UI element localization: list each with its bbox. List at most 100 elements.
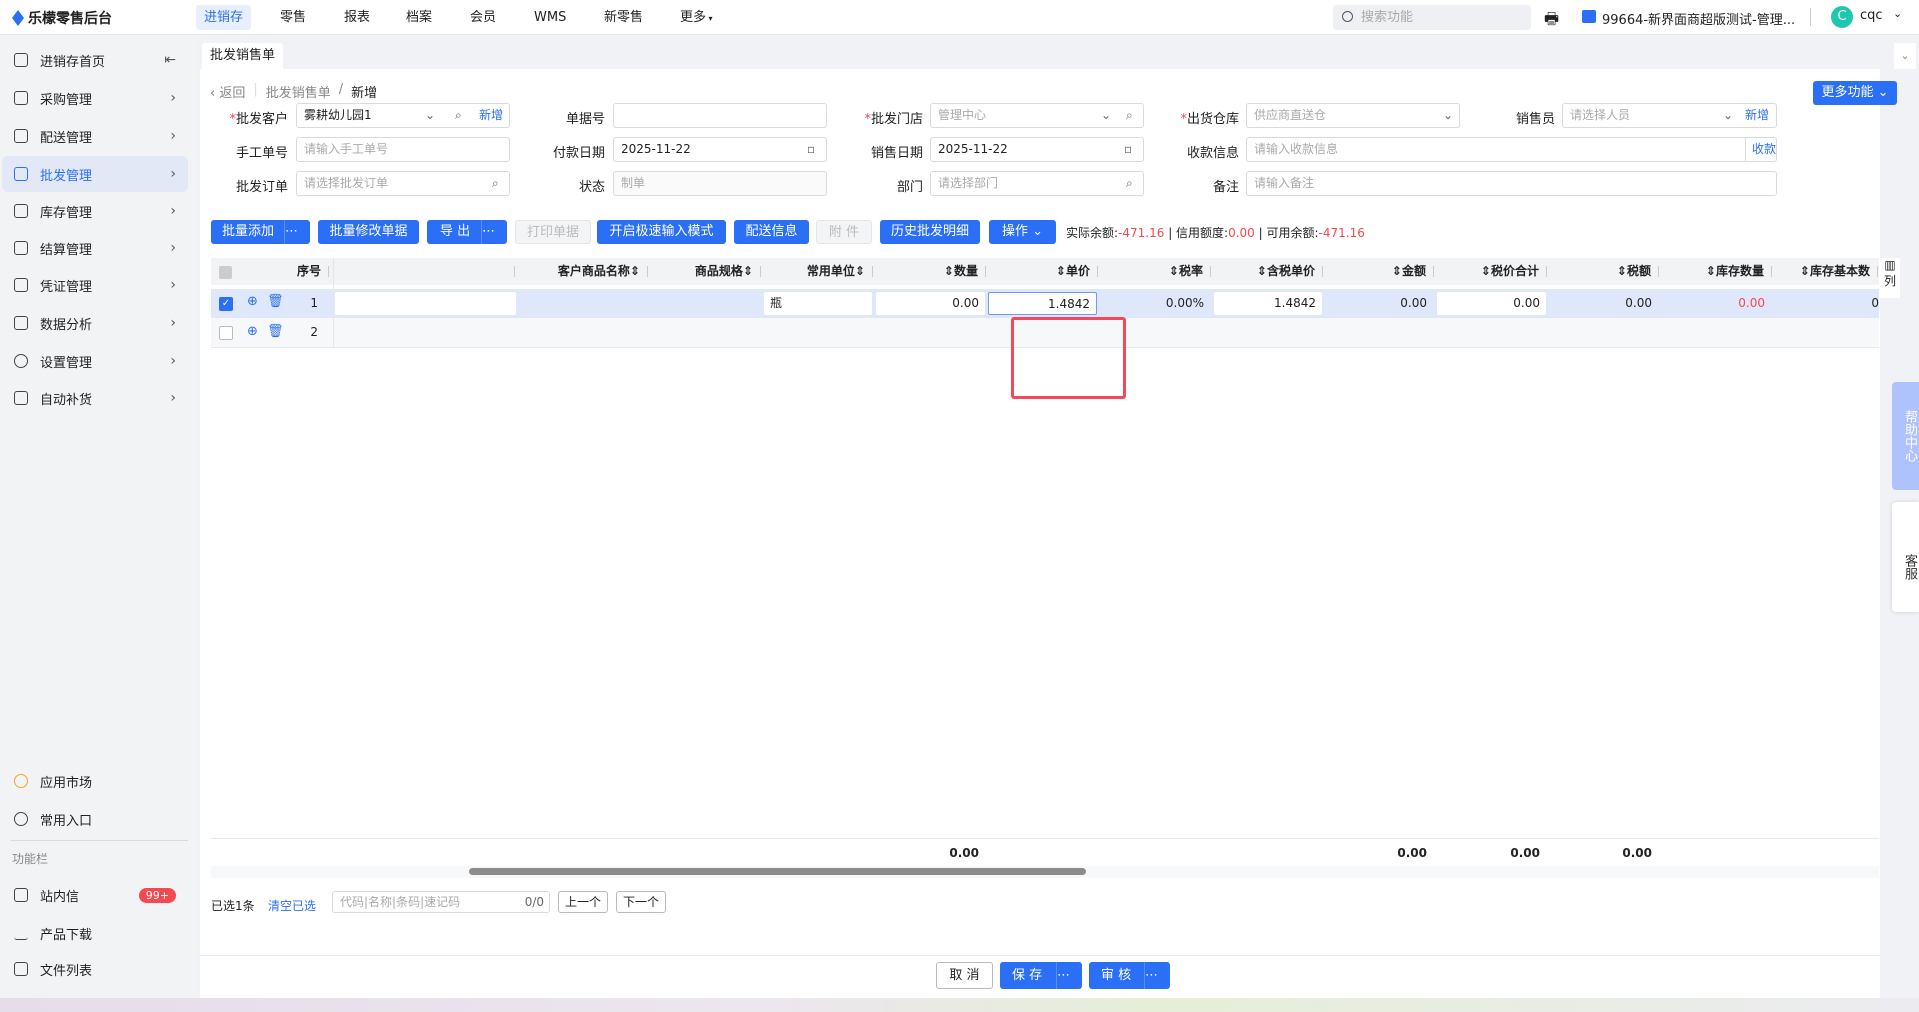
prev-button[interactable]: 上一个 — [558, 891, 609, 913]
avatar[interactable]: C — [1831, 6, 1853, 28]
sidebar-item-wholesale[interactable]: 批发管理 › — [2, 156, 188, 192]
calendar-icon[interactable]: ▫ — [1124, 138, 1132, 161]
nav-inventory[interactable]: 进销存 — [196, 5, 252, 30]
sidebar-item-messages[interactable]: 站内信 99+ — [2, 877, 188, 913]
history-button[interactable]: 历史批发明细 — [880, 220, 980, 244]
select-all-checkbox[interactable] — [219, 266, 232, 279]
operations-button[interactable]: 操作 ⌄ — [989, 220, 1056, 244]
col-tax[interactable]: ⇕税额 — [1548, 258, 1660, 285]
search-icon[interactable]: ⌕ — [1126, 104, 1133, 127]
locate-input[interactable]: 代码|名称|条码|速记码 0/0 — [332, 891, 550, 913]
sidebar-item-stock[interactable]: 库存管理 › — [2, 193, 188, 229]
sidebar-item-settings[interactable]: 设置管理 › — [2, 343, 188, 379]
col-amount[interactable]: ⇕金额 — [1324, 258, 1435, 285]
store-select[interactable]: 管理中心 ⌄ ⌕ — [930, 103, 1144, 128]
pay-date-input[interactable]: 2025-11-22 ▫ — [613, 137, 827, 162]
sidebar-item-app-market[interactable]: 应用市场 — [2, 763, 188, 799]
sidebar-item-files[interactable]: 文件列表 — [2, 951, 188, 987]
tax-price-input[interactable]: 1.4842 — [1214, 292, 1322, 315]
nav-wms[interactable]: WMS — [526, 5, 574, 30]
search-icon[interactable]: ⌕ — [492, 172, 499, 195]
attachment-button[interactable]: 附 件 — [816, 220, 872, 244]
more-icon[interactable]: ⋯ — [1144, 962, 1170, 989]
help-center-button[interactable]: 帮助中心 — [1892, 382, 1919, 490]
col-stock[interactable]: ⇕库存数量 — [1660, 258, 1773, 285]
org-selector[interactable]: 99664-新界面商超版测试-管理... — [1602, 9, 1795, 28]
col-spec[interactable]: 商品规格⇕ — [649, 258, 762, 285]
qty-input[interactable]: 0.00 — [876, 292, 985, 315]
col-customer-product-name[interactable]: 客户商品名称⇕ — [516, 258, 649, 285]
row-checkbox[interactable] — [219, 326, 233, 340]
price-input[interactable]: 1.4842 — [988, 292, 1097, 315]
warehouse-select[interactable]: 供应商直送仓 ⌄ — [1246, 103, 1460, 128]
salesperson-select[interactable]: 请选择人员 ⌄ 新增 — [1562, 103, 1777, 128]
nav-more[interactable]: 更多 ▾ — [672, 5, 721, 30]
add-row-icon[interactable]: ⊕ — [247, 294, 258, 309]
batch-edit-button[interactable]: 批量修改单据 — [318, 220, 419, 244]
sale-date-input[interactable]: 2025-11-22 ▫ — [930, 137, 1144, 162]
breadcrumb-parent[interactable]: 批发销售单 — [266, 82, 331, 101]
row-checkbox[interactable]: ✓ — [219, 297, 233, 311]
back-link[interactable]: ‹ 返回 — [210, 82, 245, 101]
receipt-input[interactable]: 请输入收款信息 收款 — [1246, 137, 1777, 162]
more-icon[interactable]: ⋯ — [284, 220, 310, 244]
sidebar-item-purchase[interactable]: 采购管理 › — [2, 80, 188, 116]
more-icon[interactable]: ⋯ — [1056, 962, 1082, 989]
more-icon[interactable]: ⋯ — [481, 220, 507, 244]
sidebar-item-download[interactable]: 产品下载 — [2, 915, 188, 951]
clear-selection-link[interactable]: 清空已选 — [268, 897, 316, 914]
fast-input-mode-button[interactable]: 开启极速输入模式 — [597, 220, 726, 244]
add-salesperson-link[interactable]: 新增 — [1745, 104, 1769, 127]
col-qty[interactable]: ⇕数量 — [874, 258, 987, 285]
column-settings-button[interactable]: ▥ 列 — [1880, 258, 1900, 298]
table-row[interactable]: ✓ ⊕ 🗑 1 瓶 0.00 1.4842 0.00% 1.4842 0.00 … — [211, 289, 1879, 318]
print-button[interactable]: 打印单据 — [515, 220, 591, 244]
export-button[interactable]: 导 出 ⋯ — [427, 220, 507, 244]
horizontal-scrollbar[interactable] — [211, 866, 1879, 878]
save-button[interactable]: 保 存 ⋯ — [1000, 962, 1082, 989]
app-logo[interactable]: 乐檬零售后台 — [12, 8, 112, 28]
nav-archive[interactable]: 档案 — [398, 5, 440, 30]
sidebar-item-analytics[interactable]: 数据分析 › — [2, 305, 188, 341]
unit-input[interactable]: 瓶 — [764, 292, 872, 315]
collapse-icon[interactable]: ⇤ — [164, 52, 176, 68]
col-unit[interactable]: 常用单位⇕ — [762, 258, 874, 285]
sidebar-item-home[interactable]: 进销存首页 ⇤ — [2, 42, 188, 78]
calendar-icon[interactable]: ▫ — [807, 138, 815, 161]
nav-new-retail[interactable]: 新零售 — [596, 5, 651, 30]
cancel-button[interactable]: 取 消 — [936, 962, 993, 989]
sidebar-item-delivery[interactable]: 配送管理 › — [2, 118, 188, 154]
sidebar-item-replenish[interactable]: 自动补货 › — [2, 380, 188, 416]
col-tax-price[interactable]: ⇕含税单价 — [1212, 258, 1324, 285]
order-select[interactable]: 请选择批发订单 ⌕ — [296, 171, 510, 196]
manual-no-input[interactable]: 请输入手工单号 — [296, 137, 510, 162]
audit-button[interactable]: 审 核 ⋯ — [1089, 962, 1170, 989]
customer-select[interactable]: 雾耕幼儿园1 ⌄ ⌕ 新增 — [296, 103, 510, 128]
scrollbar-thumb[interactable] — [469, 868, 1086, 875]
add-row-icon[interactable]: ⊕ — [247, 324, 258, 339]
next-button[interactable]: 下一个 — [616, 891, 667, 913]
more-functions-button[interactable]: 更多功能 ⌄ — [1813, 81, 1897, 105]
customer-service-button[interactable]: 客服 — [1892, 502, 1919, 612]
search-input[interactable]: 搜索功能 — [1333, 5, 1531, 30]
tab-dropdown-icon[interactable]: ⌄ — [1894, 43, 1916, 69]
total-input[interactable]: 0.00 — [1437, 292, 1546, 315]
col-total[interactable]: ⇕税价合计 — [1435, 258, 1548, 285]
search-icon[interactable]: ⌕ — [1126, 172, 1133, 195]
delivery-info-button[interactable]: 配送信息 — [734, 220, 809, 244]
col-price[interactable]: ⇕单价 — [987, 258, 1099, 285]
batch-add-button[interactable]: 批量添加 ⋯ — [211, 220, 310, 244]
sidebar-item-favorites[interactable]: 常用入口 — [2, 801, 188, 837]
tab-wholesale-sales[interactable]: 批发销售单 — [202, 43, 284, 69]
col-stock-base[interactable]: ⇕库存基本数 — [1773, 258, 1879, 285]
receipt-link[interactable]: 收款 — [1745, 138, 1776, 161]
user-name[interactable]: cqc — [1860, 8, 1883, 23]
col-tax-rate[interactable]: ⇕税率 — [1099, 258, 1212, 285]
remark-input[interactable]: 请输入备注 — [1246, 171, 1777, 196]
nav-retail[interactable]: 零售 — [272, 5, 314, 30]
doc-no-input[interactable] — [613, 103, 827, 128]
nav-member[interactable]: 会员 — [462, 5, 504, 30]
sidebar-item-voucher[interactable]: 凭证管理 › — [2, 267, 188, 303]
printer-icon[interactable]: 🖶 — [1544, 8, 1559, 35]
sidebar-item-settlement[interactable]: 结算管理 › — [2, 230, 188, 266]
